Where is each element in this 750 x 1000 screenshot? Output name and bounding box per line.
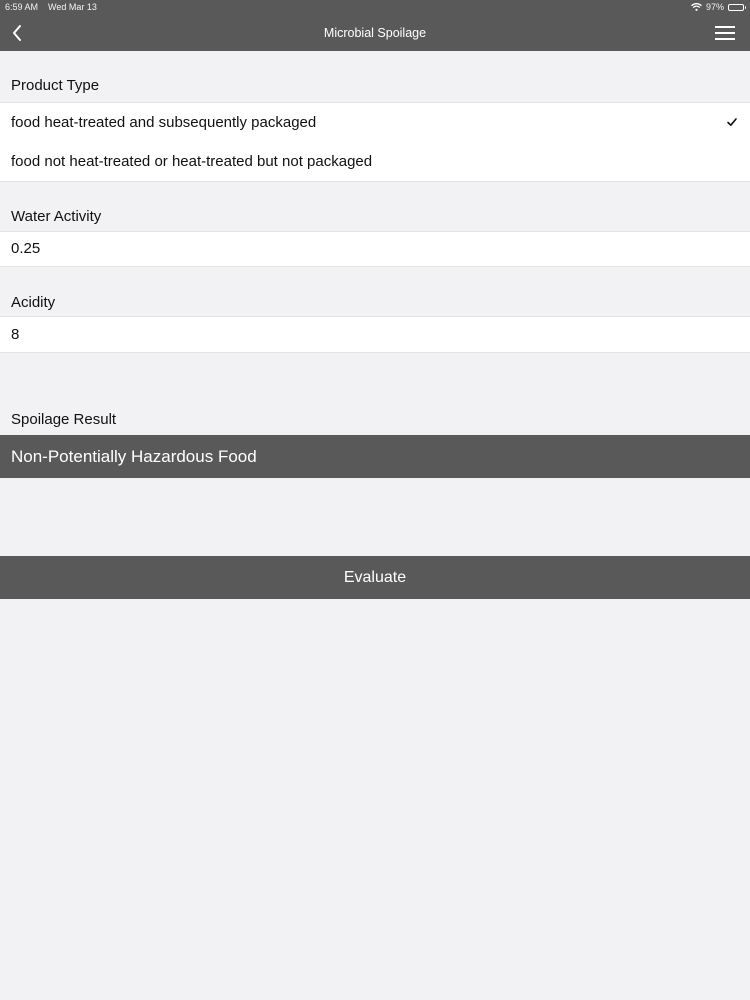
- spoilage-result-bar: Non-Potentially Hazardous Food: [0, 435, 750, 478]
- checkmark-icon: [727, 118, 737, 126]
- status-bar: 6:59 AM Wed Mar 13 97%: [0, 0, 750, 14]
- product-type-option-heat-treated-packaged[interactable]: food heat-treated and subsequently packa…: [0, 102, 750, 143]
- navigation-bar: 6:59 AM Wed Mar 13 97% Microbial Spoilag…: [0, 0, 750, 51]
- water-activity-value: 0.25: [11, 240, 41, 257]
- option-label: food not heat-treated or heat-treated bu…: [11, 153, 373, 170]
- spoilage-result-label: Spoilage Result: [11, 411, 117, 428]
- status-date: Wed Mar 13: [48, 2, 97, 12]
- option-label: food heat-treated and subsequently packa…: [11, 114, 317, 131]
- product-type-label: Product Type: [11, 77, 100, 94]
- acidity-value: 8: [11, 326, 20, 343]
- acidity-label: Acidity: [11, 294, 56, 311]
- menu-button[interactable]: [714, 24, 736, 42]
- hamburger-menu-icon: [715, 26, 735, 40]
- evaluate-button[interactable]: Evaluate: [0, 556, 750, 599]
- battery-percent: 97%: [705, 2, 724, 12]
- page-title: Microbial Spoilage: [323, 26, 427, 40]
- water-activity-label: Water Activity: [11, 208, 102, 225]
- wifi-icon: [691, 3, 702, 11]
- battery-icon: [728, 3, 746, 11]
- status-time: 6:59 AM: [5, 2, 39, 12]
- spoilage-result-value: Non-Potentially Hazardous Food: [11, 447, 257, 466]
- status-right: 97%: [691, 0, 746, 14]
- product-type-option-not-heat-treated[interactable]: food not heat-treated or heat-treated bu…: [0, 142, 750, 182]
- water-activity-field[interactable]: 0.25: [0, 231, 750, 267]
- acidity-field[interactable]: 8: [0, 316, 750, 353]
